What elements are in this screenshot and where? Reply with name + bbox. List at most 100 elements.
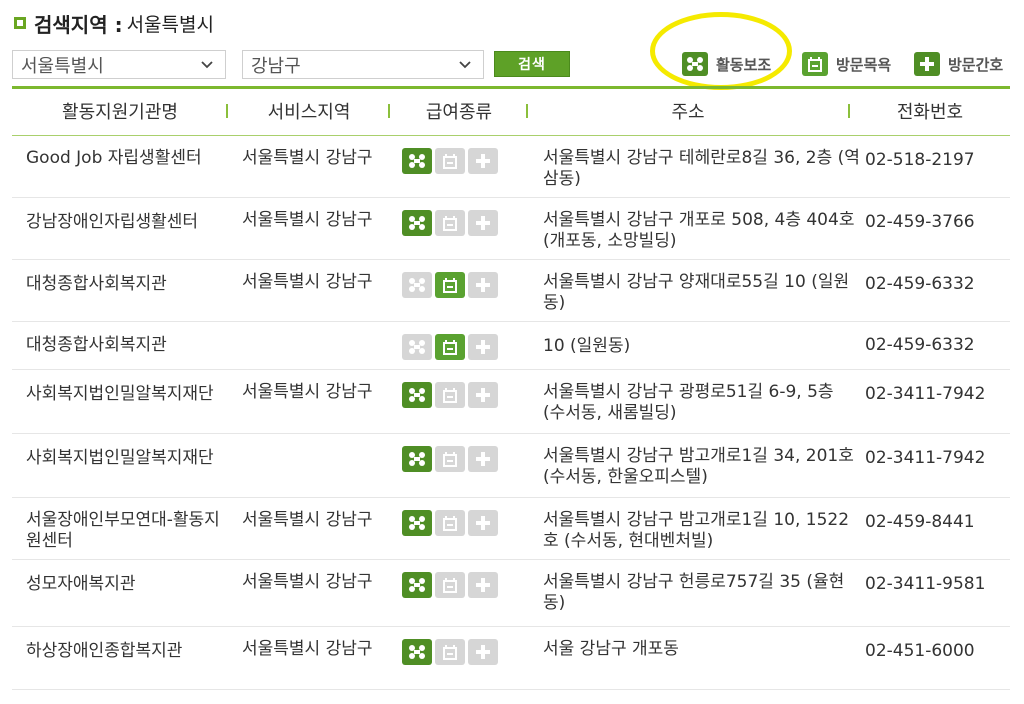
address: 서울특별시 강남구 광평로51길 6-9, 5층 (수서동, 새롬빌딩) — [543, 382, 834, 423]
activity-support-icon — [402, 334, 432, 360]
activity-support-icon — [402, 446, 432, 472]
phone-number: 02-459-6332 — [865, 274, 975, 294]
activity-support-icon — [402, 572, 432, 598]
bath-icon — [435, 446, 465, 472]
plus-icon — [914, 52, 940, 76]
address: 서울특별시 강남구 헌릉로757길 35 (율현동) — [543, 572, 845, 613]
table-row: 하상장애인종합복지관 서울특별시 강남구 서울 강남구 개포동 02-451-6000 — [12, 627, 1010, 690]
bath-icon — [435, 510, 465, 536]
legend-label: 방문간호 — [948, 55, 1004, 74]
address: 서울특별시 강남구 양재대로55길 10 (일원동) — [543, 272, 850, 313]
address: 서울특별시 강남구 밤고개로1길 34, 201호 (수서동, 한울오피스텔) — [543, 446, 854, 487]
address: 서울 강남구 개포동 — [543, 639, 679, 659]
activity-support-icon — [402, 210, 432, 236]
col-header-area: 서비스지역 — [267, 102, 351, 123]
org-name[interactable]: 서울장애인부모연대-활동지원센터 — [26, 510, 234, 552]
legend-bath: 방문목욕 — [802, 52, 891, 76]
activity-support-icon — [402, 148, 432, 174]
org-name[interactable]: 성모자애복지관 — [26, 574, 234, 595]
phone-number: 02-518-2197 — [865, 150, 975, 170]
org-name[interactable]: 강남장애인자립생활센터 — [26, 212, 234, 233]
page-title: 검색지역 : — [34, 12, 123, 37]
plus-icon — [468, 334, 498, 360]
table-row: 대청종합사회복지관 10 (일원동) 02-459-6332 — [12, 322, 1010, 370]
org-name[interactable]: 대청종합사회복지관 — [26, 335, 234, 356]
address: 서울특별시 강남구 테헤란로8길 36, 2층 (역삼동) — [543, 148, 860, 189]
plus-icon — [468, 272, 498, 298]
phone-number: 02-459-6332 — [865, 335, 975, 355]
service-type-icons — [402, 210, 512, 236]
phone-number: 02-459-3766 — [865, 212, 975, 232]
bullet-icon — [14, 17, 26, 29]
phone-number: 02-3411-7942 — [865, 448, 986, 468]
activity-support-icon — [402, 272, 432, 298]
activity-support-icon — [402, 510, 432, 536]
plus-icon — [468, 510, 498, 536]
legend-label: 활동보조 — [716, 55, 772, 74]
col-header-address: 주소 — [671, 102, 705, 123]
bath-icon — [435, 272, 465, 298]
plus-icon — [468, 572, 498, 598]
plus-icon — [468, 148, 498, 174]
plus-icon — [468, 639, 498, 665]
plus-icon — [468, 446, 498, 472]
bath-icon — [435, 639, 465, 665]
service-area: 서울특별시 강남구 — [242, 572, 373, 592]
address: 서울특별시 강남구 밤고개로1길 10, 1522호 (수서동, 현대벤처빌) — [543, 510, 850, 551]
service-area: 서울특별시 강남구 — [242, 272, 373, 292]
legend-label: 방문목욕 — [836, 55, 892, 74]
col-header-services: 급여종류 — [425, 102, 493, 123]
col-header-phone: 전화번호 — [896, 102, 964, 123]
address: 10 (일원동) — [543, 336, 631, 356]
bath-icon — [802, 52, 828, 76]
service-type-icons — [402, 446, 512, 472]
org-name[interactable]: 사회복지법인밀알복지재단 — [26, 384, 234, 405]
service-area: 서울특별시 강남구 — [242, 148, 373, 168]
bath-icon — [435, 210, 465, 236]
activity-support-icon — [402, 382, 432, 408]
org-name[interactable]: 사회복지법인밀알복지재단 — [26, 448, 234, 469]
plus-icon — [468, 210, 498, 236]
table-row: 성모자애복지관 서울특별시 강남구 서울특별시 강남구 헌릉로757길 35 (율현… — [12, 560, 1010, 627]
table-row: 서울장애인부모연대-활동지원센터 서울특별시 강남구 서울특별시 강남구 밤고개로1… — [12, 498, 1010, 560]
service-type-icons — [402, 510, 512, 536]
district-select[interactable]: 강남구 — [242, 50, 484, 79]
service-area: 서울특별시 강남구 — [242, 210, 373, 230]
service-type-icons — [402, 639, 512, 665]
bath-icon — [435, 572, 465, 598]
phone-number: 02-3411-7942 — [865, 384, 986, 404]
table-row: 사회복지법인밀알복지재단 서울특별시 강남구 밤고개로1길 34, 201호 (수… — [12, 434, 1010, 498]
org-name[interactable]: 대청종합사회복지관 — [26, 274, 234, 295]
city-select[interactable]: 서울특별시 — [12, 50, 226, 79]
address: 서울특별시 강남구 개포로 508, 4층 404호 (개포동, 소망빌딩) — [543, 210, 855, 251]
selected-region: 서울특별시 — [126, 13, 214, 36]
search-button[interactable]: 검색 — [494, 51, 570, 77]
bath-icon — [435, 148, 465, 174]
service-type-icons — [402, 148, 512, 174]
service-area: 서울특별시 강남구 — [242, 510, 373, 530]
phone-number: 02-3411-9581 — [865, 574, 986, 594]
legend-activity-support: 활동보조 — [682, 52, 771, 76]
page-header: 검색지역 : 서울특별시 — [14, 10, 214, 37]
service-area: 서울특별시 강남구 — [242, 382, 373, 402]
district-select-value: 강남구 — [251, 55, 301, 77]
service-type-icons — [402, 382, 512, 408]
org-name[interactable]: Good Job 자립생활센터 — [26, 148, 234, 169]
table-row: 대청종합사회복지관 서울특별시 강남구 서울특별시 강남구 양재대로55길 10 (… — [12, 260, 1010, 322]
bath-icon — [435, 382, 465, 408]
activity-support-icon — [402, 639, 432, 665]
service-type-icons — [402, 334, 512, 360]
chevron-down-icon — [459, 61, 471, 69]
org-name[interactable]: 하상장애인종합복지관 — [26, 641, 234, 662]
table-row: 사회복지법인밀알복지재단 서울특별시 강남구 서울특별시 강남구 광평로51길 6-… — [12, 370, 1010, 434]
legend-nursing: 방문간호 — [914, 52, 1003, 76]
col-header-name: 활동지원기관명 — [62, 102, 178, 123]
service-area: 서울특별시 강남구 — [242, 639, 373, 659]
city-select-value: 서울특별시 — [21, 55, 104, 77]
plus-icon — [468, 382, 498, 408]
phone-number: 02-451-6000 — [865, 641, 975, 661]
table-row: Good Job 자립생활센터 서울특별시 강남구 서울특별시 강남구 테헤란로8길… — [12, 136, 1010, 198]
bath-icon — [435, 334, 465, 360]
chevron-down-icon — [201, 61, 213, 69]
service-type-icons — [402, 272, 512, 298]
